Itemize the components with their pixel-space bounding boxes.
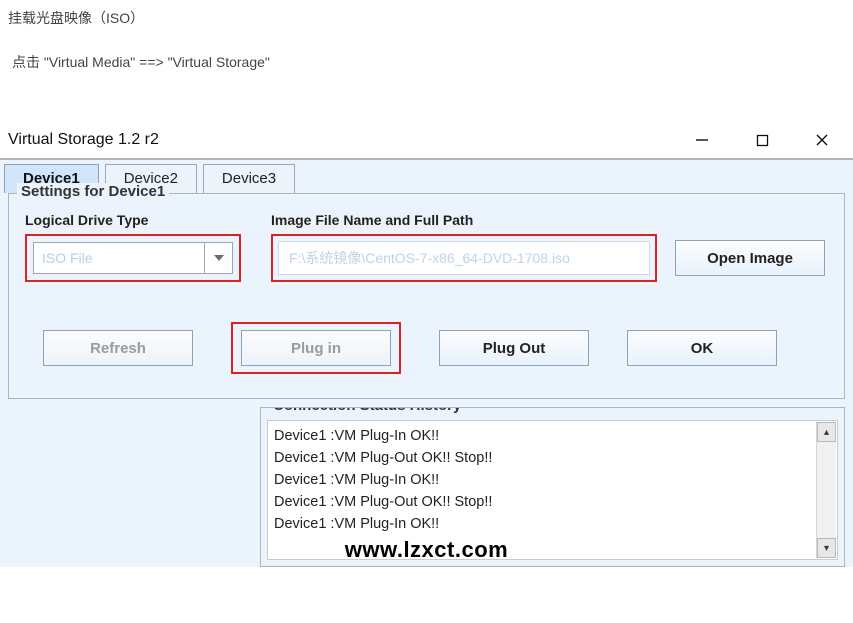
minimize-button[interactable] — [679, 125, 725, 155]
plug-out-button[interactable]: Plug Out — [439, 330, 589, 366]
scroll-down-icon[interactable]: ▾ — [817, 538, 836, 558]
history-line: Device1 :VM Plug-In OK!! — [274, 425, 813, 447]
settings-groupbox: Settings for Device1 Logical Drive Type … — [8, 193, 845, 399]
refresh-button[interactable]: Refresh — [43, 330, 193, 366]
history-list[interactable]: Device1 :VM Plug-In OK!! Device1 :VM Plu… — [267, 420, 838, 560]
client-area: Device1 Device2 Device3 Settings for Dev… — [0, 160, 853, 567]
image-path-highlight — [271, 234, 657, 282]
history-groupbox: Connection Status History Device1 :VM Pl… — [260, 407, 845, 567]
doc-heading: 挂载光盘映像（ISO） — [0, 0, 853, 28]
image-path-input[interactable] — [279, 242, 649, 274]
window-title: Virtual Storage 1.2 r2 — [8, 131, 159, 149]
maximize-button[interactable] — [739, 125, 785, 155]
open-image-button[interactable]: Open Image — [675, 240, 825, 276]
drive-type-label: Logical Drive Type — [25, 212, 241, 228]
doc-instruction: 点击 "Virtual Media" ==> "Virtual Storage" — [0, 28, 853, 72]
drive-type-value: ISO File — [42, 250, 93, 266]
history-scrollbar[interactable]: ▴ ▾ — [816, 422, 836, 558]
ok-button[interactable]: OK — [627, 330, 777, 366]
close-icon — [815, 133, 829, 147]
titlebar: Virtual Storage 1.2 r2 — [0, 122, 853, 158]
maximize-icon — [756, 134, 769, 147]
plug-in-highlight: Plug in — [231, 322, 401, 374]
history-caption: Connection Status History — [269, 407, 465, 414]
plug-in-button[interactable]: Plug in — [241, 330, 391, 366]
image-path-label: Image File Name and Full Path — [271, 212, 825, 228]
close-button[interactable] — [799, 125, 845, 155]
virtual-storage-window: Virtual Storage 1.2 r2 Device1 Device2 D… — [0, 122, 853, 567]
minimize-icon — [695, 133, 709, 147]
drive-type-dropdown[interactable]: ISO File — [33, 242, 233, 274]
chevron-down-icon[interactable] — [204, 243, 232, 273]
tab-device3[interactable]: Device3 — [203, 164, 295, 193]
history-line: Device1 :VM Plug-Out OK!! Stop!! — [274, 491, 813, 513]
history-line: Device1 :VM Plug-In OK!! — [274, 513, 813, 535]
drive-type-highlight: ISO File — [25, 234, 241, 282]
history-line: Device1 :VM Plug-Out OK!! Stop!! — [274, 447, 813, 469]
scroll-up-icon[interactable]: ▴ — [817, 422, 836, 442]
settings-caption: Settings for Device1 — [17, 183, 169, 200]
history-line: Device1 :VM Plug-In OK!! — [274, 469, 813, 491]
